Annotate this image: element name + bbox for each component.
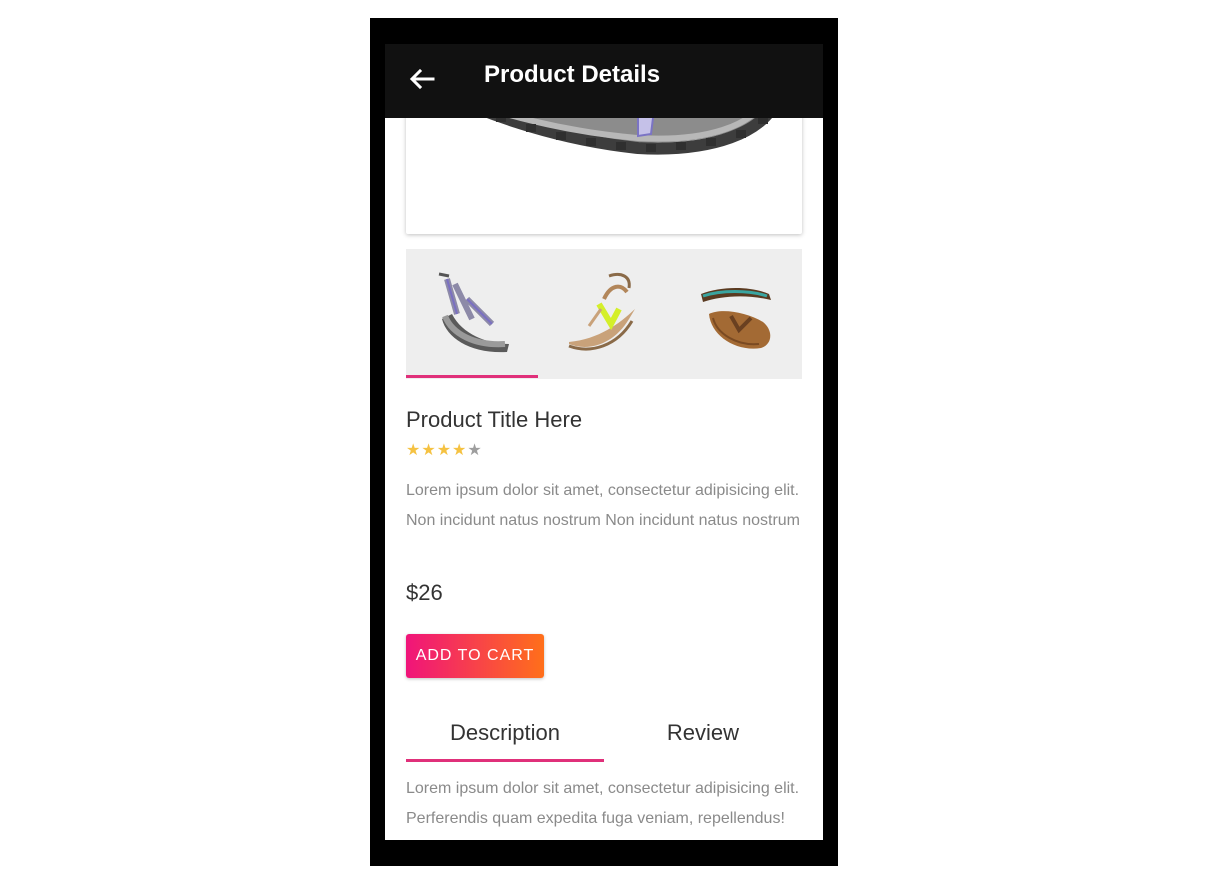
- thumbnail-brown-flip-flop[interactable]: [670, 249, 802, 379]
- tab-description[interactable]: Description: [406, 712, 604, 762]
- thumbnail-carousel: [406, 249, 802, 379]
- page-title: Product Details: [484, 61, 661, 88]
- thumbnail-selection-indicator: [406, 375, 538, 378]
- star-filled-icon: ★: [436, 442, 452, 459]
- tab-content-description: Lorem ipsum dolor sit amet, consectetur …: [406, 780, 800, 827]
- thumbnail-strappy-yellow-sandal[interactable]: [538, 249, 670, 379]
- app-screen: Product Title Here ★ ★ ★ ★ ★ Lorem ipsum dol…: [385, 44, 823, 840]
- star-filled-icon: ★: [452, 442, 467, 459]
- star-rating: ★ ★ ★ ★ ★: [406, 442, 482, 460]
- brown-flip-flop-icon: [701, 288, 771, 349]
- strappy-yellow-sandal-icon: [568, 273, 635, 351]
- add-to-cart-button[interactable]: ADD TO CART: [406, 634, 544, 678]
- arrow-left-icon: [409, 68, 435, 90]
- thumbnail-grey-sport-sandal[interactable]: [406, 249, 538, 379]
- product-price: $26: [406, 580, 443, 605]
- product-tabs: Description Review: [406, 712, 802, 762]
- tab-review[interactable]: Review: [604, 712, 802, 762]
- grey-sport-sandal-icon: [438, 272, 509, 353]
- app-bar: Product Details: [385, 44, 823, 118]
- product-description: Lorem ipsum dolor sit amet, consectetur …: [406, 482, 800, 529]
- product-title: Product Title Here: [406, 407, 583, 432]
- star-filled-icon: ★: [421, 442, 436, 459]
- back-button[interactable]: [407, 64, 437, 94]
- star-filled-icon: ★: [406, 442, 421, 459]
- star-empty-icon: ★: [467, 442, 482, 459]
